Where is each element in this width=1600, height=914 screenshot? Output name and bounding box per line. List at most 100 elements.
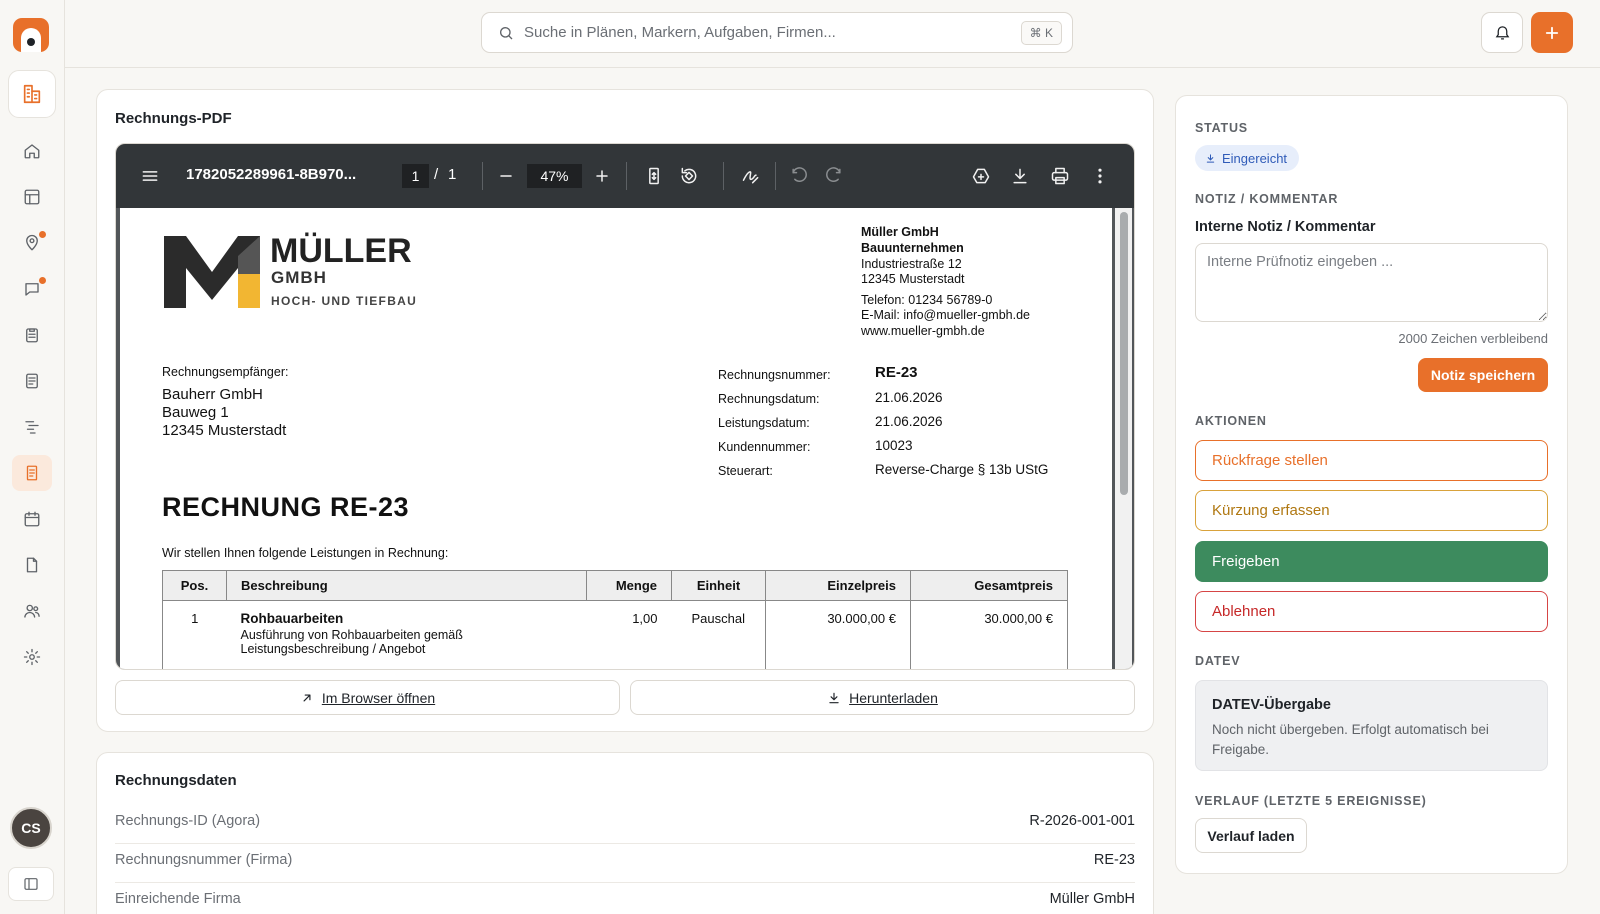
data-row-label: Rechnungs-ID (Agora) [115, 813, 261, 829]
data-row: Rechnungsnummer (Firma) RE-23 [115, 844, 1135, 883]
nav-messages[interactable] [12, 271, 52, 307]
item-desc-line: Ausführung von Rohbauarbeiten gemäß [240, 628, 463, 642]
search-input[interactable] [524, 13, 1004, 52]
pdf-viewer[interactable]: 1782052289961-8B970... 1 / 1 47% MÜLLER [115, 143, 1135, 670]
meta-label: Rechnungsnummer: [718, 368, 831, 382]
data-row-value: RE-23 [1093, 852, 1135, 868]
record-reduction-button[interactable]: Kürzung erfassen [1195, 490, 1548, 531]
note-section-label: NOTIZ / KOMMENTAR [1195, 192, 1339, 206]
history-section-label: VERLAUF (LETZTE 5 EREIGNISSE) [1195, 794, 1427, 808]
sender-website: www.mueller-gmbh.de [861, 324, 985, 338]
recipient-city: 12345 Musterstadt [162, 422, 287, 439]
nav-calendar[interactable] [12, 501, 52, 537]
notifications-button[interactable] [1481, 12, 1523, 53]
reject-button[interactable]: Ablehnen [1195, 591, 1548, 632]
item-title: Rohbauarbeiten [240, 611, 344, 626]
zoom-in-button[interactable] [592, 166, 612, 186]
mueller-logo-mark [164, 236, 260, 308]
redo-button[interactable] [824, 166, 844, 186]
nav-plans[interactable] [12, 179, 52, 215]
toolbar-divider [626, 162, 627, 190]
save-note-button[interactable]: Notiz speichern [1418, 358, 1548, 392]
toolbar-divider [482, 162, 483, 190]
avatar[interactable]: CS [10, 807, 52, 849]
datev-info-box: DATEV-Übergabe Noch nicht übergeben. Erf… [1195, 680, 1548, 771]
nav-home[interactable] [12, 133, 52, 169]
col-header: Gesamtpreis [910, 570, 1068, 601]
drive-add-icon [972, 168, 990, 184]
datev-title: DATEV-Übergabe [1212, 697, 1331, 713]
meta-value: 10023 [875, 438, 913, 453]
zoom-level-input[interactable]: 47% [527, 164, 582, 188]
note-char-counter: 2000 Zeichen verbleibend [1398, 331, 1548, 346]
pdf-page-separator: / [434, 166, 439, 183]
notification-dot [39, 277, 46, 284]
map-pin-icon [26, 234, 38, 251]
data-row-label: Einreichende Firma [115, 891, 241, 907]
create-button[interactable] [1531, 12, 1573, 53]
sidebar-collapse-button[interactable] [8, 867, 54, 901]
logo-company-name: MÜLLER [270, 232, 412, 270]
pdf-scrollbar-thumb[interactable] [1120, 212, 1128, 495]
sidebar: CS [0, 0, 65, 914]
col-header: Einzelpreis [765, 570, 911, 601]
nav-tasks[interactable] [12, 317, 52, 353]
cell-total: 30.000,00 € [910, 600, 1068, 669]
save-to-drive-button[interactable] [971, 166, 991, 186]
nav-markers[interactable] [12, 225, 52, 261]
status-section-label: STATUS [1195, 121, 1248, 135]
undo-button[interactable] [789, 166, 809, 186]
fit-page-button[interactable] [644, 166, 664, 186]
cell-description: Rohbauarbeiten Ausführung von Rohbauarbe… [227, 601, 587, 670]
pdf-download-button[interactable] [1010, 166, 1030, 186]
download-icon [829, 692, 839, 703]
note-textarea[interactable] [1195, 243, 1548, 322]
nav-reports[interactable] [12, 363, 52, 399]
sender-street: Industriestraße 12 [861, 257, 962, 271]
approve-button[interactable]: Freigeben [1195, 541, 1548, 582]
col-header: Einheit [671, 570, 766, 601]
sidebar-toggle-icon [24, 878, 38, 890]
print-icon [1051, 167, 1069, 185]
request-query-button[interactable]: Rückfrage stellen [1195, 440, 1548, 481]
data-row-value: R-2026-001-001 [1029, 813, 1135, 829]
app-logo[interactable] [13, 18, 49, 52]
search-icon [500, 27, 513, 40]
actions-section-label: AKTIONEN [1195, 414, 1267, 428]
item-desc-line: Leistungsbeschreibung / Angebot [240, 642, 426, 656]
pdf-page-input[interactable]: 1 [402, 164, 429, 188]
nav-settings[interactable] [12, 639, 52, 675]
annotate-button[interactable] [741, 166, 761, 186]
table-row: 1 Rohbauarbeiten Ausführung von Rohbauar… [162, 600, 1068, 670]
more-vertical-icon [1098, 168, 1102, 184]
project-switcher[interactable] [8, 70, 56, 118]
sender-phone: Telefon: 01234 56789-0 [861, 293, 993, 307]
rotate-button[interactable] [679, 166, 699, 186]
nav-documents[interactable] [12, 547, 52, 583]
nav-invoices[interactable] [12, 455, 52, 491]
load-history-button[interactable]: Verlauf laden [1195, 818, 1307, 853]
notification-dot [39, 231, 46, 238]
recipient-label: Rechnungsempfänger: [162, 365, 289, 379]
data-row: Einreichende Firma Müller GmbH [115, 883, 1135, 914]
sender-name: Müller GmbH [861, 225, 939, 239]
download-button[interactable]: Herunterladen [630, 680, 1135, 715]
pdf-canvas[interactable]: MÜLLER GMBH HOCH- UND TIEFBAU Müller Gmb… [116, 208, 1134, 670]
data-row-value: Müller GmbH [1049, 891, 1135, 907]
meta-label: Leistungsdatum: [718, 416, 810, 430]
nav-schedule[interactable] [12, 409, 52, 445]
document-lines-icon [26, 373, 38, 389]
nav-users[interactable] [12, 593, 52, 629]
data-row-label: Rechnungsnummer (Firma) [115, 852, 293, 868]
col-header: Beschreibung [226, 570, 587, 601]
layout-icon [24, 189, 40, 205]
open-in-browser-button[interactable]: Im Browser öffnen [115, 680, 620, 715]
global-search[interactable]: ⌘ K [481, 12, 1073, 53]
print-button[interactable] [1050, 166, 1070, 186]
recipient-name: Bauherr GmbH [162, 386, 263, 403]
meta-value: Reverse-Charge § 13b UStG [875, 462, 1049, 477]
zoom-out-button[interactable] [496, 166, 516, 186]
more-options-button[interactable] [1090, 166, 1110, 186]
pdf-menu-button[interactable] [140, 166, 160, 186]
bell-icon [1495, 26, 1509, 40]
